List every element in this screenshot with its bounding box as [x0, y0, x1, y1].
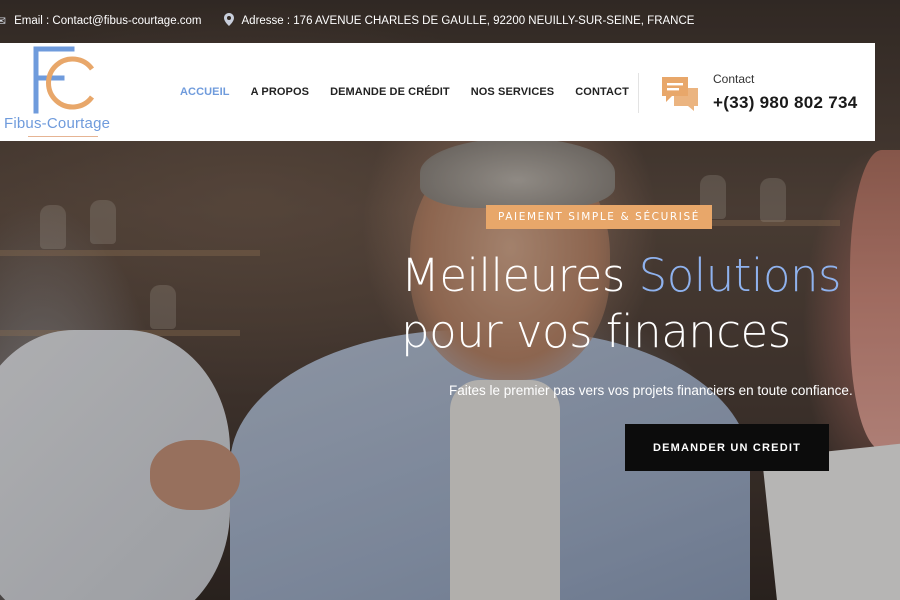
- nav-item-a-propos[interactable]: A PROPOS: [251, 86, 309, 98]
- fc-logo-mark-icon: [33, 46, 95, 114]
- hero-badge: PAIEMENT SIMPLE & SÉCURISÉ: [486, 205, 712, 229]
- main-nav: ACCUEIL A PROPOS DEMANDE DE CRÉDIT NOS S…: [180, 43, 629, 141]
- nav-item-demande-de-credit[interactable]: DEMANDE DE CRÉDIT: [330, 86, 450, 98]
- email-info[interactable]: ✉ Email : Contact@fibus-courtage.com: [0, 14, 202, 28]
- hero-headline: Meilleures Solutions pour vos finances: [401, 248, 891, 360]
- contact-label: Contact: [713, 72, 755, 86]
- site-header: Fibus-Courtage ACCUEIL A PROPOS DEMANDE …: [0, 43, 875, 141]
- headline-accent: Solutions: [638, 249, 842, 302]
- headline-part1: Meilleures: [401, 249, 639, 302]
- demander-credit-button[interactable]: DEMANDER UN CREDIT: [625, 424, 829, 471]
- logo-underline: [28, 136, 98, 137]
- headline-line2: pour vos finances: [401, 305, 791, 358]
- envelope-icon: ✉: [0, 14, 7, 28]
- site-logo[interactable]: Fibus-Courtage: [2, 43, 127, 141]
- nav-item-nos-services[interactable]: NOS SERVICES: [471, 86, 555, 98]
- nav-item-accueil[interactable]: ACCUEIL: [180, 86, 230, 98]
- chat-bubbles-icon: [662, 77, 698, 111]
- address-text: Adresse : 176 AVENUE CHARLES DE GAULLE, …: [241, 15, 695, 27]
- top-info-bar: ✉ Email : Contact@fibus-courtage.com Adr…: [0, 0, 900, 42]
- location-pin-icon: [223, 13, 234, 29]
- contact-phone[interactable]: +(33) 980 802 734: [713, 93, 858, 113]
- hero-subtitle: Faites le premier pas vers vos projets f…: [449, 383, 853, 398]
- address-info: Adresse : 176 AVENUE CHARLES DE GAULLE, …: [223, 13, 695, 29]
- header-divider: [638, 73, 639, 113]
- logo-name: Fibus-Courtage: [4, 115, 111, 132]
- email-text[interactable]: Email : Contact@fibus-courtage.com: [14, 15, 201, 27]
- nav-item-contact[interactable]: CONTACT: [575, 86, 629, 98]
